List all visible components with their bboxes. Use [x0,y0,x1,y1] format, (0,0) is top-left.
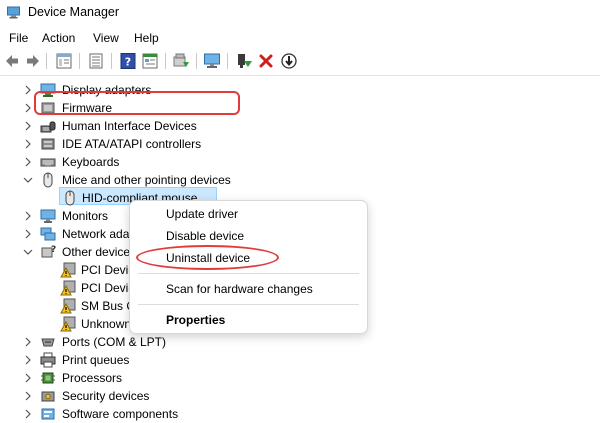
tree-item-monitors[interactable]: Monitors [22,207,122,225]
chevron-right-icon[interactable] [22,102,34,114]
chevron-right-icon[interactable] [22,354,34,366]
mouse-icon [65,190,75,206]
ide-icon [41,138,55,150]
download-icon[interactable] [280,52,298,70]
tree-item-unknown-device[interactable]: Unknown [40,315,132,333]
tree-item-ports[interactable]: Ports (COM & LPT) [22,333,222,351]
tree-item-label: Software components [62,407,179,421]
tree-item-label: Monitors [62,209,109,223]
tree-item-human-interface-devices[interactable]: Human Interface Devices [22,117,222,135]
tree-item-network-adapters[interactable]: Network ada [22,225,129,243]
toolbar-separator [227,53,228,69]
tree-item-pci-device-1[interactable]: PCI Devic [40,261,134,279]
tree-item-label: IDE ATA/ATAPI controllers [62,137,202,151]
chevron-right-icon[interactable] [22,228,34,240]
back-icon[interactable] [3,52,21,70]
svg-text:?: ? [51,245,56,255]
chevron-right-icon[interactable] [22,336,34,348]
scan-icon[interactable] [203,52,221,70]
toolbar-separator [79,53,80,69]
port-icon [41,338,55,347]
tree-item-label: Processors [62,371,123,385]
tree-item-pci-device-2[interactable]: PCI Devic [40,279,134,297]
window-title: Device Manager [28,5,120,19]
tree-item-label: Unknown [81,317,132,331]
menu-separator [138,304,359,305]
software-icon [41,408,55,420]
tree-item-label: Mice and other pointing devices [62,173,231,187]
toolbar-divider [0,75,600,76]
toolbar-separator [46,53,47,69]
mouse-icon [43,172,53,188]
chevron-right-icon[interactable] [22,138,34,150]
tree-item-security-devices[interactable]: Security devices [22,387,222,405]
menu-item-scan-for-hardware-changes[interactable]: Scan for hardware changes [166,282,313,296]
menu-bar: File Action View Help [0,28,600,48]
tree-item-sm-bus-controller[interactable]: SM Bus C [40,297,135,315]
annotation-highlight-oval [136,245,279,270]
tree-item-software-components[interactable]: Software components [22,405,222,423]
other-devices-icon: ? [41,245,56,258]
tree-item-label: PCI Devic [81,281,135,295]
help-icon[interactable]: ? [119,52,137,70]
chevron-down-icon[interactable] [22,174,34,186]
device-manager-app-icon [7,6,20,19]
processor-icon [41,372,55,384]
svg-text:?: ? [125,56,131,69]
security-icon [41,391,55,402]
keyboard-icon [40,158,56,167]
toolbar-separator [196,53,197,69]
chevron-right-icon[interactable] [22,210,34,222]
toolbar-separator [165,53,166,69]
tree-item-processors[interactable]: Processors [22,369,222,387]
chevron-right-icon[interactable] [22,390,34,402]
tree-item-print-queues[interactable]: Print queues [22,351,222,369]
menu-separator [138,273,359,274]
tree-item-keyboards[interactable]: Keyboards [22,153,222,171]
tree-item-other-devices[interactable]: ? Other device [22,243,131,261]
title-bar: Device Manager [0,0,600,26]
menu-help[interactable]: Help [134,31,159,45]
tree-item-ide-ata-atapi-controllers[interactable]: IDE ATA/ATAPI controllers [22,135,222,153]
annotation-highlight-box [34,91,240,115]
enable-icon[interactable] [235,52,253,70]
network-icon [40,227,56,241]
tree-item-label: PCI Devic [81,263,135,277]
hid-icon [40,121,56,133]
warning-device-icon [60,262,76,278]
properties-icon[interactable] [55,52,73,70]
printer-icon [40,352,56,368]
warning-device-icon [60,280,76,296]
tree-item-label: Ports (COM & LPT) [62,335,167,349]
chevron-right-icon[interactable] [22,408,34,420]
details-icon[interactable] [141,52,159,70]
monitor-icon [40,209,56,223]
forward-icon[interactable] [24,52,42,70]
tree-item-label: Human Interface Devices [62,119,197,133]
uninstall-icon[interactable] [257,52,275,70]
tree-item-label: Print queues [62,353,130,367]
tree-item-label: Other device [62,245,131,259]
menu-action[interactable]: Action [42,31,75,45]
tree-item-label: Keyboards [62,155,120,169]
update-driver-icon[interactable] [172,52,190,70]
menu-item-disable-device[interactable]: Disable device [166,229,244,243]
chevron-right-icon[interactable] [22,84,34,96]
chevron-right-icon[interactable] [22,156,34,168]
tree-item-label: SM Bus C [81,299,136,313]
menu-item-properties[interactable]: Properties [166,313,225,327]
chevron-right-icon[interactable] [22,372,34,384]
warning-device-icon [60,298,76,314]
toolbar-separator [111,53,112,69]
menu-file[interactable]: File [9,31,28,45]
toolbar: ? [0,50,600,74]
tree-item-label: Security devices [62,389,150,403]
chevron-down-icon[interactable] [22,246,34,258]
warning-device-icon [60,316,76,332]
menu-view[interactable]: View [93,31,119,45]
chevron-right-icon[interactable] [22,120,34,132]
list-icon[interactable] [87,52,105,70]
menu-item-update-driver[interactable]: Update driver [166,207,238,221]
tree-item-label: Network ada [62,227,130,241]
